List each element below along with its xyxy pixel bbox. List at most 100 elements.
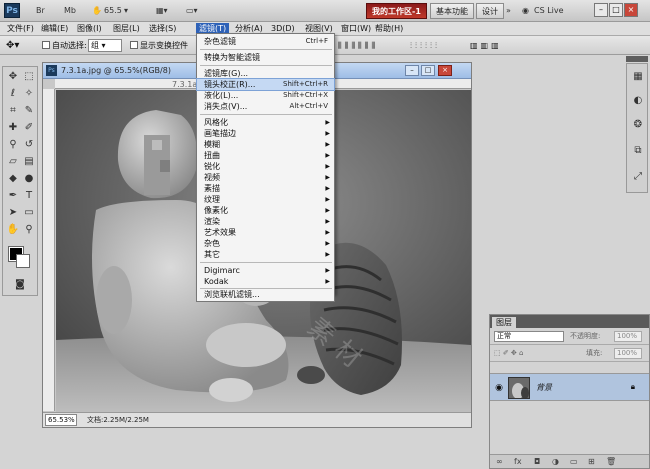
crop-tool-icon[interactable]: ⌗ (6, 104, 20, 118)
close-window-icon[interactable]: × (624, 3, 638, 17)
adjustments-panel-icon[interactable]: ▦ (631, 70, 645, 84)
menu-file[interactable]: 文件(F) (4, 23, 37, 35)
menu-image[interactable]: 图像(I) (74, 23, 105, 35)
blur-tool-icon[interactable]: ◆ (6, 172, 20, 186)
workspace-more-icon[interactable]: » (506, 4, 511, 18)
menu-item-lens-correction[interactable]: 镜头校正(R)... Shift+Ctrl+R (196, 78, 335, 91)
delete-layer-icon[interactable]: 🗑︎ (606, 457, 616, 467)
cs-live-label[interactable]: CS Live (534, 4, 564, 18)
masks-panel-icon[interactable]: ◐ (631, 94, 645, 108)
visibility-eye-icon[interactable]: ◉ (493, 382, 505, 394)
type-tool-icon[interactable]: T (22, 189, 36, 203)
align-buttons-icon[interactable]: ⫼⫼⫼⫼⫼⫼ (338, 40, 378, 51)
screen-mode-icon[interactable]: ▭▾ (186, 4, 198, 18)
menu-window[interactable]: 窗口(W) (338, 23, 374, 35)
layer-mask-icon[interactable]: ◘ (534, 457, 540, 467)
minibridge-icon[interactable]: Mb (64, 4, 76, 18)
styles-panel-icon[interactable]: ❂ (631, 118, 645, 132)
show-transform-check-icon[interactable] (130, 41, 138, 49)
menu-item-vanishing-point[interactable]: 消失点(V)... Alt+Ctrl+V (197, 101, 334, 112)
new-layer-icon[interactable]: ⊞ (588, 457, 595, 467)
menu-item-texture[interactable]: 纹理 ▶ (197, 194, 334, 205)
menu-item-convert-smart-filter[interactable]: 转换为智能滤镜 (197, 52, 334, 63)
menu-item-sharpen[interactable]: 锐化 ▶ (197, 161, 334, 172)
menu-item-digimarc[interactable]: Digimarc ▶ (197, 265, 334, 276)
maximize-window-icon[interactable]: □ (609, 3, 623, 17)
menu-item-other[interactable]: 其它 ▶ (197, 249, 334, 260)
history-brush-icon[interactable]: ↺ (22, 138, 36, 152)
menu-item-sketch[interactable]: 素描 ▶ (197, 183, 334, 194)
workspace-button-design[interactable]: 设计 (476, 3, 504, 19)
workspace-button-my-workspace[interactable]: 我的工作区-1 (366, 3, 427, 19)
menu-item-liquify[interactable]: 液化(L)... Shift+Ctrl+X (197, 90, 334, 101)
menu-item-stylize[interactable]: 风格化 ▶ (197, 117, 334, 128)
menu-item-pixelate[interactable]: 像素化 ▶ (197, 205, 334, 216)
dock-header[interactable] (626, 56, 648, 62)
document-close-icon[interactable]: × (438, 65, 452, 76)
clone-stamp-icon[interactable]: ⚲ (6, 138, 20, 152)
show-transform-checkbox[interactable]: 显示变换控件 (130, 40, 188, 51)
opacity-field[interactable]: 100% (614, 331, 642, 342)
path-selection-icon[interactable]: ➤ (6, 206, 20, 220)
gradient-tool-icon[interactable]: ▤ (22, 155, 36, 169)
vertical-ruler[interactable] (43, 89, 55, 411)
quick-mask-icon[interactable]: ◙ (13, 278, 27, 292)
adjustment-layer-icon[interactable]: ◑ (552, 457, 559, 467)
menu-select[interactable]: 选择(S) (146, 23, 179, 35)
hand-view-icon[interactable]: ✋ (92, 4, 102, 18)
hand-tool-icon[interactable]: ✋ (6, 223, 20, 237)
background-color-swatch[interactable] (16, 254, 30, 268)
menu-item-render[interactable]: 渲染 ▶ (197, 216, 334, 227)
menu-item-noise[interactable]: 杂色 ▶ (197, 238, 334, 249)
auto-align-buttons-icon[interactable]: ▥▥▥ (470, 40, 502, 51)
document-minimize-icon[interactable]: – (405, 65, 419, 76)
move-tool-icon[interactable]: ✥ (6, 70, 20, 84)
eraser-tool-icon[interactable]: ▱ (6, 155, 20, 169)
brush-tool-icon[interactable]: ✐ (22, 121, 36, 135)
shape-tool-icon[interactable]: ▭ (22, 206, 36, 220)
menu-layer[interactable]: 图层(L) (110, 23, 143, 35)
menu-edit[interactable]: 编辑(E) (38, 23, 71, 35)
move-tool-icon[interactable]: ✥▾ (6, 40, 19, 51)
document-restore-icon[interactable]: □ (421, 65, 435, 76)
auto-select-check-icon[interactable] (42, 41, 50, 49)
cs-live-icon[interactable]: ◉ (522, 4, 529, 18)
auto-select-checkbox[interactable]: 自动选择: (42, 40, 87, 51)
link-layers-icon[interactable]: ∞ (496, 457, 503, 467)
arrange-documents-icon[interactable]: ▦▾ (156, 4, 168, 18)
menu-item-video[interactable]: 视频 ▶ (197, 172, 334, 183)
menu-item-distort[interactable]: 扭曲 ▶ (197, 150, 334, 161)
lasso-tool-icon[interactable]: ℓ (6, 87, 20, 101)
dodge-tool-icon[interactable]: ● (22, 172, 36, 186)
menu-item-browse-filters-online[interactable]: 浏览联机滤镜... (196, 289, 335, 302)
auto-select-dropdown[interactable]: 组 ▾ (88, 39, 122, 52)
paths-panel-icon[interactable]: ⤢ (631, 170, 645, 184)
bridge-icon[interactable]: Br (36, 4, 45, 18)
layer-item-background[interactable]: ◉ 背景 🔒︎ (490, 373, 649, 401)
blend-mode-dropdown[interactable]: 正常 (494, 331, 564, 342)
menu-item-kodak[interactable]: Kodak ▶ (197, 276, 334, 287)
zoom-tool-icon[interactable]: ⚲ (22, 223, 36, 237)
minimize-window-icon[interactable]: – (594, 3, 608, 17)
menu-item-last-filter[interactable]: 杂色滤镜 Ctrl+F (197, 36, 334, 47)
distribute-buttons-icon[interactable]: ⫶⫶⫶⫶⫶⫶ (410, 40, 440, 51)
menu-help[interactable]: 帮助(H) (372, 23, 406, 35)
channels-panel-icon[interactable]: ⧉ (631, 144, 645, 158)
layer-style-icon[interactable]: fx (514, 457, 522, 467)
healing-brush-icon[interactable]: ✚ (6, 121, 20, 135)
zoom-percent-field[interactable]: 65.53% (45, 414, 77, 426)
eyedropper-tool-icon[interactable]: ✎ (22, 104, 36, 118)
zoom-level-display[interactable]: 65.5 (104, 4, 122, 18)
marquee-tool-icon[interactable]: ⬚ (22, 70, 36, 84)
menu-item-artistic[interactable]: 艺术效果 ▶ (197, 227, 334, 238)
pen-tool-icon[interactable]: ✒ (6, 189, 20, 203)
magic-wand-icon[interactable]: ✧ (22, 87, 36, 101)
new-group-icon[interactable]: ▭ (570, 457, 578, 467)
second-document-tab[interactable]: 7.3.1a (172, 80, 197, 89)
menu-item-filter-gallery[interactable]: 滤镜库(G)... (197, 68, 334, 79)
menu-item-brush-strokes[interactable]: 画笔描边 ▶ (197, 128, 334, 139)
fill-field[interactable]: 100% (614, 348, 642, 359)
document-size-info[interactable]: 文档:2.25M/2.25M (87, 415, 149, 426)
zoom-dropdown-icon[interactable]: ▾ (124, 4, 128, 18)
workspace-button-essentials[interactable]: 基本功能 (430, 3, 474, 19)
